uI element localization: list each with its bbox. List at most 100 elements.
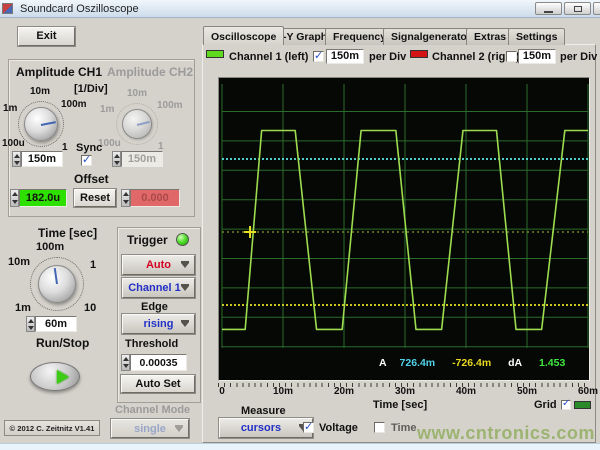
ch1-offset-spinner[interactable]: 182.0u — [10, 189, 67, 207]
tab-settings[interactable]: Settings — [508, 28, 565, 45]
ch2-enable-checkbox[interactable] — [506, 51, 517, 62]
ch1-enable-checkbox[interactable]: ✓ — [313, 51, 324, 62]
offset-label: Offset — [74, 172, 109, 186]
readout-a-label: A — [379, 357, 387, 369]
dropdown-arrow-icon — [181, 286, 189, 291]
dropdown-arrow-icon — [175, 427, 183, 432]
spinner-arrows-icon[interactable] — [112, 151, 121, 167]
autoset-button[interactable]: Auto Set — [121, 375, 195, 393]
trigger-led — [176, 233, 189, 246]
spinner-arrows-icon[interactable] — [12, 151, 21, 167]
readout-cursor-a: 726.4m — [400, 357, 436, 369]
grid-checkbox[interactable]: ✓ — [561, 400, 571, 410]
ch1-knob-tick-100m: 100m — [61, 99, 87, 110]
time-value[interactable]: 60m — [35, 316, 77, 332]
dropdown-arrow-icon — [181, 322, 189, 327]
threshold-value[interactable]: 0.00035 — [130, 354, 187, 371]
voltage-checkbox[interactable]: ✓ — [303, 422, 314, 433]
time-knob-tick-1: 1 — [90, 259, 96, 271]
trigger-edge-dropdown[interactable]: rising — [122, 314, 195, 334]
reset-button[interactable]: Reset — [74, 189, 116, 207]
ch2-scale-value[interactable]: 150m — [121, 151, 163, 167]
amplitude-ch2-knob[interactable] — [122, 109, 152, 139]
readout-da-value: 1.453 — [539, 357, 565, 369]
app-icon — [2, 3, 13, 14]
trigger-title: Trigger — [127, 233, 168, 247]
ch2-knob-tick-1m: 1m — [100, 104, 114, 115]
exit-button[interactable]: Exit — [18, 27, 75, 46]
tab-oscilloscope[interactable]: Oscilloscope — [203, 26, 284, 45]
runstop-label: Run/Stop — [36, 336, 89, 350]
time-knob-tick-10m: 10m — [8, 256, 30, 268]
window-bottom-border — [0, 443, 600, 450]
ch2-perdiv-field[interactable]: 150m — [518, 49, 556, 64]
x-axis-labels: 0 10m 20m 30m 40m 50m 60m — [218, 386, 590, 398]
check-icon: ✓ — [314, 49, 323, 62]
amplitude-ch1-title: Amplitude CH1 — [16, 65, 102, 79]
trigger-source-dropdown[interactable]: Channel 1 — [122, 278, 195, 298]
ch2-knob-tick-100m: 100m — [157, 100, 183, 111]
x-axis-title: Time [sec] — [350, 399, 450, 411]
watermark: www.cntronics.com — [417, 423, 595, 444]
measure-mode-value: cursors — [241, 422, 281, 434]
voltage-label: Voltage — [319, 422, 358, 434]
waveform-canvas — [219, 78, 589, 380]
ch2-color-swatch — [410, 50, 428, 58]
time-knob-tick-10: 10 — [84, 302, 96, 314]
ch1-offset-value[interactable]: 182.0u — [19, 189, 67, 207]
spinner-arrows-icon[interactable] — [121, 354, 130, 371]
window-title: Soundcard Oszilloscope — [20, 3, 139, 15]
time-checkbox[interactable] — [374, 422, 385, 433]
x-tick-label: 50m — [510, 386, 544, 397]
minimize-button[interactable] — [535, 2, 562, 15]
title-bar: Soundcard Oszilloscope × — [0, 0, 600, 18]
measure-mode-dropdown[interactable]: cursors — [219, 418, 313, 438]
trigger-mode-value: Auto — [146, 259, 171, 271]
trigger-source-value: Channel 1 — [128, 282, 181, 294]
channel-mode-dropdown[interactable]: single — [111, 419, 189, 438]
ch2-knob-needle — [137, 121, 150, 126]
readout-cursor-b: -726.4m — [452, 357, 491, 369]
copyright-label: © 2012 C. Zeitnitz V1.41 — [4, 420, 100, 436]
ch1-color-swatch — [206, 50, 224, 58]
oscilloscope-plot[interactable]: A 726.4m -726.4m dA 1.453 — [218, 77, 590, 381]
maximize-icon — [574, 6, 582, 12]
channel-mode-label: Channel Mode — [115, 404, 190, 416]
trigger-mode-dropdown[interactable]: Auto — [122, 255, 195, 275]
tab-extras[interactable]: Extras — [466, 28, 514, 45]
ch1-perdiv-field[interactable]: 150m — [326, 49, 364, 64]
maximize-button[interactable] — [564, 2, 591, 15]
spinner-arrows-icon[interactable] — [121, 189, 130, 207]
spinner-arrows-icon[interactable] — [26, 316, 35, 332]
channel-mode-value: single — [134, 423, 166, 435]
cursor-readout: A 726.4m -726.4m dA 1.453 — [379, 357, 575, 369]
x-tick-label: 0 — [205, 386, 239, 397]
check-icon: ✓ — [304, 420, 313, 433]
spinner-arrows-icon[interactable] — [10, 189, 19, 207]
amplitude-ch1-knob[interactable] — [24, 107, 58, 141]
close-button[interactable]: × — [593, 2, 600, 15]
time-spinner[interactable]: 60m — [26, 316, 77, 332]
ch1-scale-spinner[interactable]: 150m — [12, 151, 63, 167]
play-icon — [57, 370, 69, 384]
ch2-offset-value[interactable]: 0.000 — [130, 189, 180, 207]
ch2-knob-tick-10m: 10m — [127, 88, 147, 99]
threshold-label: Threshold — [125, 338, 178, 350]
amplitude-unit-label: [1/Div] — [74, 83, 108, 95]
x-tick-label: 60m — [571, 386, 600, 397]
time-knob-tick-100m: 100m — [36, 241, 64, 253]
ch1-label: Channel 1 (left) — [229, 51, 308, 63]
threshold-spinner[interactable]: 0.00035 — [121, 354, 187, 371]
runstop-button[interactable] — [30, 362, 80, 391]
x-tick-label: 40m — [449, 386, 483, 397]
tab-signalgenerator[interactable]: Signalgenerator — [383, 28, 479, 45]
ch1-knob-tick-1m: 1m — [3, 103, 17, 114]
trigger-edge-value: rising — [144, 318, 174, 330]
ch1-perdiv-label: per Div — [369, 51, 406, 63]
x-tick-label: 30m — [388, 386, 422, 397]
ch1-scale-value[interactable]: 150m — [21, 151, 63, 167]
ch2-offset-spinner[interactable]: 0.000 — [121, 189, 180, 207]
sync-checkbox[interactable]: ✓ — [81, 155, 92, 166]
ch2-scale-spinner[interactable]: 150m — [112, 151, 163, 167]
time-knob[interactable] — [38, 265, 76, 303]
